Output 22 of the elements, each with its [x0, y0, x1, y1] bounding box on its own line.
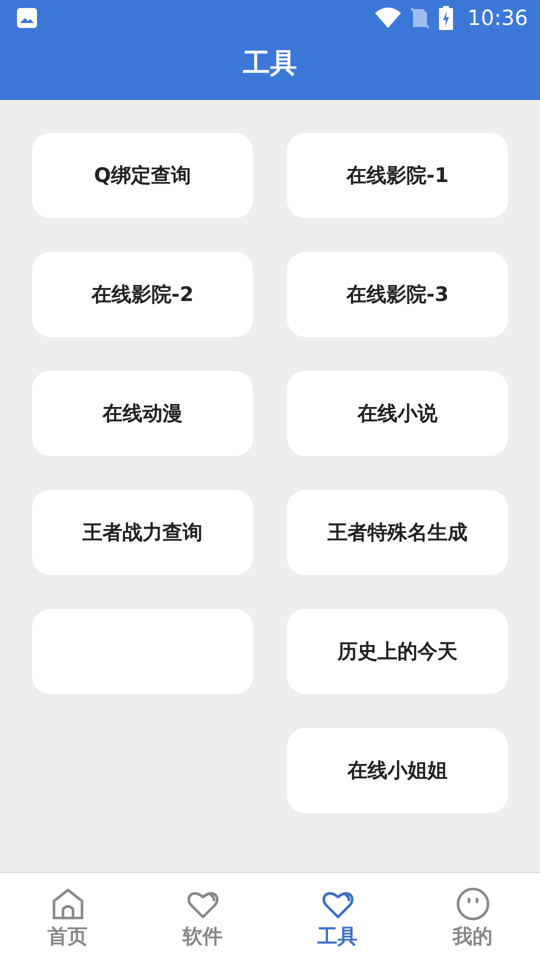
tool-button[interactable]: 王者战力查询	[32, 490, 253, 575]
battery-charging-icon	[439, 6, 454, 30]
tool-button[interactable]: 历史上的今天	[287, 609, 508, 694]
home-icon	[50, 887, 84, 921]
tool-button[interactable]: 王者特殊名生成	[287, 490, 508, 575]
tool-button[interactable]: 在线小说	[287, 371, 508, 456]
tool-button[interactable]: 在线影院-2	[32, 252, 253, 337]
nav-tab[interactable]: 工具	[270, 873, 405, 960]
tool-button[interactable]: 在线影院-1	[287, 133, 508, 218]
page-title: 工具	[243, 47, 297, 81]
tool-button[interactable]: 在线动漫	[32, 371, 253, 456]
nav-tab[interactable]: 首页	[0, 873, 135, 960]
status-time: 10:36	[467, 6, 528, 30]
tool-button[interactable]: 在线影院-3	[287, 252, 508, 337]
tool-button[interactable]: Q绑定查询	[32, 133, 253, 218]
nav-tab[interactable]: 我的	[405, 873, 540, 960]
nav-tab[interactable]: 软件	[135, 873, 270, 960]
tool-button[interactable]: 在线小姐姐	[287, 728, 508, 813]
image-icon	[17, 8, 37, 28]
wifi-icon	[375, 7, 402, 29]
face-icon	[456, 887, 490, 921]
no-sim-icon	[411, 7, 430, 29]
